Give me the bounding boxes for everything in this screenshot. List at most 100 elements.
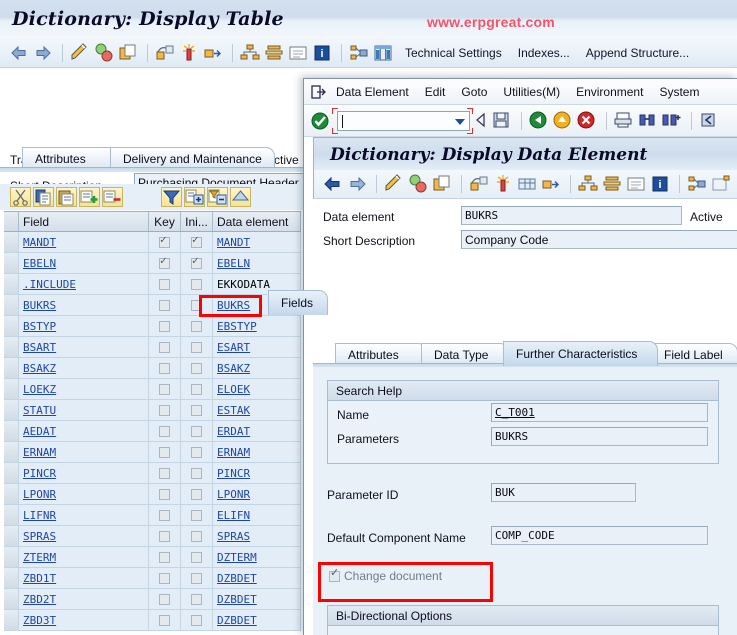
back-small-icon[interactable] <box>473 110 489 132</box>
cell-field[interactable]: EBELN <box>19 253 149 273</box>
command-field[interactable] <box>337 110 470 131</box>
column-header-field[interactable]: Field <box>19 212 149 231</box>
cell-data-element[interactable]: DZBDET <box>213 589 301 609</box>
cell-key-checkbox[interactable] <box>149 358 181 378</box>
find-icon[interactable] <box>637 110 659 132</box>
cell-data-element[interactable]: DZBDET <box>213 610 301 630</box>
documentation-icon[interactable] <box>625 173 647 195</box>
table-icon[interactable] <box>516 173 538 195</box>
row-select-cell[interactable] <box>4 421 19 441</box>
key-checkbox-box[interactable] <box>159 425 170 437</box>
key-checkbox-box[interactable] <box>159 234 170 248</box>
row-select-cell[interactable] <box>4 484 19 504</box>
key-checkbox-box[interactable] <box>159 404 170 416</box>
cell-ini-checkbox[interactable] <box>181 526 213 546</box>
cell-key-checkbox[interactable] <box>149 547 181 567</box>
tab-attributes[interactable]: Attributes <box>22 147 117 169</box>
table-row[interactable]: ZTERM DZTERM <box>4 547 301 568</box>
table-row[interactable]: SPRAS SPRAS <box>4 526 301 547</box>
ini-checkbox-box[interactable] <box>191 362 202 374</box>
column-header-data-element[interactable]: Data element <box>213 212 301 231</box>
ini-checkbox-box[interactable] <box>191 572 202 584</box>
cell-key-checkbox[interactable] <box>149 400 181 420</box>
stack-icon[interactable] <box>601 173 623 195</box>
structure-icon[interactable] <box>686 173 708 195</box>
ini-checkbox-box[interactable] <box>191 488 202 500</box>
cell-field[interactable]: LOEKZ <box>19 379 149 399</box>
forward-arrow-icon[interactable] <box>32 42 54 64</box>
row-select-cell[interactable] <box>4 589 19 609</box>
row-select-cell[interactable] <box>4 505 19 525</box>
ini-checkbox-box[interactable] <box>191 446 202 458</box>
row-select-cell[interactable] <box>4 274 19 294</box>
first-page-icon[interactable] <box>698 110 720 132</box>
cell-data-element[interactable]: LPONR <box>213 484 301 504</box>
table-row[interactable]: EBELN EBELN <box>4 253 301 274</box>
key-checkbox-box[interactable] <box>159 383 170 395</box>
cell-data-element[interactable]: ERNAM <box>213 442 301 462</box>
cell-field[interactable]: PINCR <box>19 463 149 483</box>
other-object-icon[interactable] <box>154 42 176 64</box>
row-select-cell[interactable] <box>4 232 19 252</box>
key-checkbox-box[interactable] <box>159 572 170 584</box>
pencil-display-change-icon[interactable] <box>383 173 405 195</box>
cell-data-element[interactable]: ERDAT <box>213 421 301 441</box>
cell-data-element[interactable]: ELOEK <box>213 379 301 399</box>
technical-settings-button[interactable]: Technical Settings <box>405 46 502 60</box>
table-row[interactable]: LOEKZ ELOEK <box>4 379 301 400</box>
row-select-cell[interactable] <box>4 526 19 546</box>
table-row[interactable]: BSTYP EBSTYP <box>4 316 301 337</box>
chevron-down-icon[interactable] <box>455 118 465 125</box>
cell-data-element[interactable]: MANDT <box>213 232 301 252</box>
table-row[interactable]: PINCR PINCR <box>4 463 301 484</box>
create-icon[interactable] <box>178 42 200 64</box>
cell-key-checkbox[interactable] <box>149 610 181 630</box>
cell-ini-checkbox[interactable] <box>181 568 213 588</box>
cell-field[interactable]: SPRAS <box>19 526 149 546</box>
ini-checkbox-box[interactable] <box>191 404 202 416</box>
cell-ini-checkbox[interactable] <box>181 442 213 462</box>
cell-field[interactable]: BUKRS <box>19 295 149 315</box>
cell-field[interactable]: LIFNR <box>19 505 149 525</box>
row-select-cell[interactable] <box>4 463 19 483</box>
cell-key-checkbox[interactable] <box>149 274 181 294</box>
key-checkbox-box[interactable] <box>159 446 170 458</box>
menu-goto[interactable]: Goto <box>461 85 487 99</box>
cell-key-checkbox[interactable] <box>149 568 181 588</box>
menu-edit[interactable]: Edit <box>425 85 446 99</box>
cell-field[interactable]: BSTYP <box>19 316 149 336</box>
cell-ini-checkbox[interactable] <box>181 547 213 567</box>
table-row[interactable]: AEDAT ERDAT <box>4 421 301 442</box>
key-checkbox-box[interactable] <box>159 509 170 521</box>
delete-row-icon[interactable] <box>102 187 123 207</box>
cell-ini-checkbox[interactable] <box>181 589 213 609</box>
tab-data-type[interactable]: Data Type <box>421 343 509 365</box>
hierarchy-display-icon[interactable] <box>239 42 261 64</box>
cell-field[interactable]: ERNAM <box>19 442 149 462</box>
cell-field[interactable]: ZTERM <box>19 547 149 567</box>
cell-data-element[interactable]: DZTERM <box>213 547 301 567</box>
pencil-display-change-icon[interactable] <box>69 42 91 64</box>
cell-ini-checkbox[interactable] <box>181 610 213 630</box>
cell-ini-checkbox[interactable] <box>181 316 213 336</box>
cell-ini-checkbox[interactable] <box>181 232 213 252</box>
enter-green-check-icon[interactable] <box>310 111 330 131</box>
column-header-ini[interactable]: Ini... <box>181 212 213 231</box>
row-select-cell[interactable] <box>4 568 19 588</box>
cell-ini-checkbox[interactable] <box>181 400 213 420</box>
column-header-key[interactable]: Key <box>149 212 181 231</box>
cell-key-checkbox[interactable] <box>149 337 181 357</box>
table-row[interactable]: BSART ESART <box>4 337 301 358</box>
ini-checkbox-box[interactable] <box>191 614 202 626</box>
menu-environment[interactable]: Environment <box>576 85 643 99</box>
ini-checkbox-box[interactable] <box>191 509 202 521</box>
select-all-cell[interactable] <box>4 212 19 231</box>
stack-icon[interactable] <box>263 42 285 64</box>
session-exit-icon[interactable] <box>310 83 328 101</box>
check-active-icon[interactable] <box>407 173 429 195</box>
row-select-cell[interactable] <box>4 253 19 273</box>
search-help-parameters-input[interactable]: BUKRS <box>491 427 708 446</box>
ini-checkbox-box[interactable] <box>191 320 202 332</box>
technical-info-icon[interactable]: i <box>649 173 671 195</box>
back-arrow-icon[interactable] <box>322 173 344 195</box>
